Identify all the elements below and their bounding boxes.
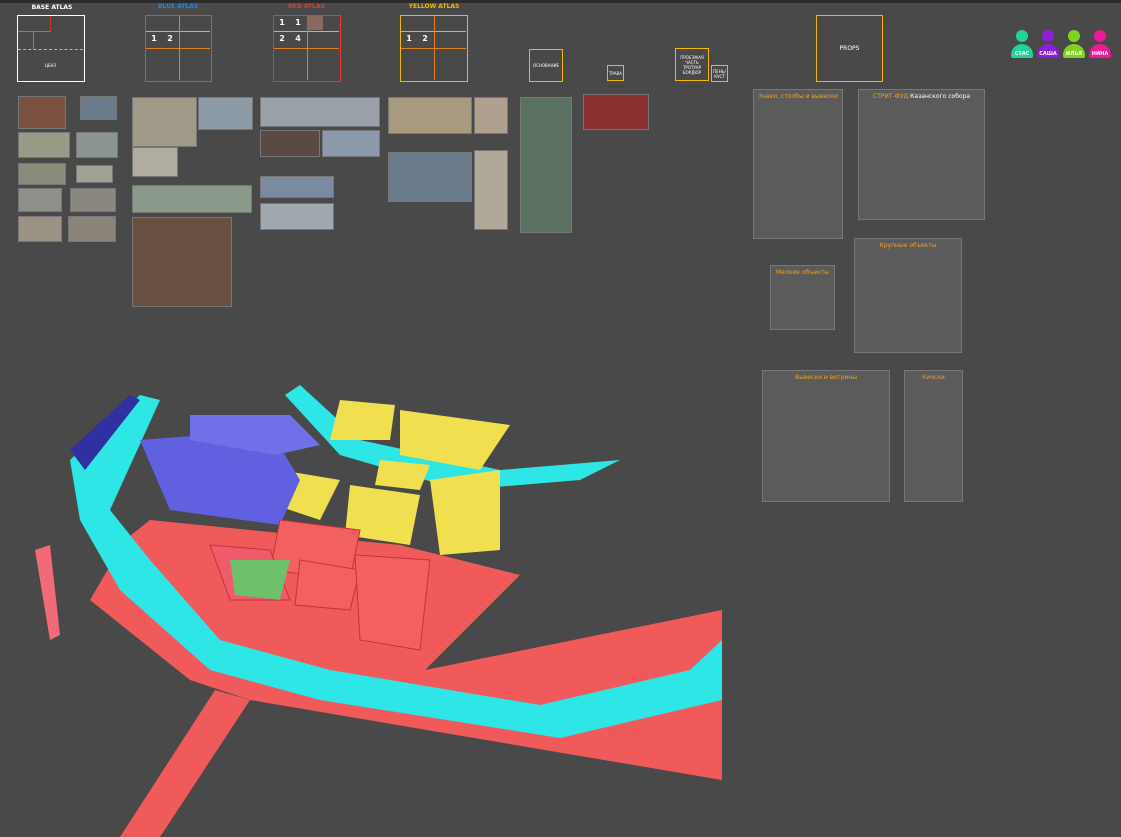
city-3d-model[interactable] — [0, 0, 1121, 837]
